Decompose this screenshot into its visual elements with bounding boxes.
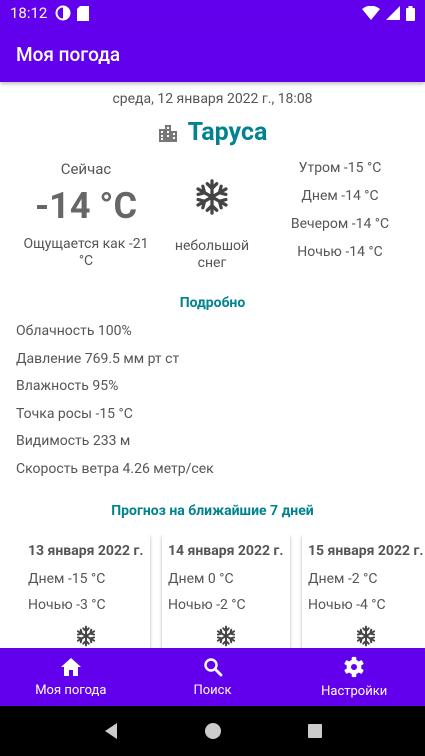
condition-text: небольшой снег	[174, 238, 250, 271]
screen: 18:12 Моя погода среда, 12 января 2022 г…	[0, 0, 425, 756]
current-weather: Сейчас -14 °C Ощущается как -21 °C	[16, 160, 156, 270]
forecast-title: Прогноз на ближайшие 7 дней	[111, 503, 314, 519]
details-title: Подробно	[179, 295, 246, 311]
feels-like: Ощущается как -21 °C	[23, 236, 149, 269]
detail-dew-point: Точка росы -15 °C	[16, 405, 133, 422]
day-periods: Утром -15 °C Днем -14 °C Вечером -14 °C …	[280, 158, 400, 270]
forecast-night-temp: Ночью -4 °C	[308, 597, 386, 613]
nav-settings-label: Настройки	[321, 683, 388, 699]
detail-cloudiness: Облачность 100%	[16, 323, 132, 339]
battery-icon	[406, 5, 415, 21]
app-bar: Моя погода	[0, 26, 425, 82]
nav-my-weather-label: Моя погода	[35, 682, 107, 698]
nav-my-weather[interactable]: Моя погода	[0, 648, 142, 706]
wifi-icon	[362, 6, 380, 20]
sd-card-icon	[77, 5, 90, 21]
city-name: Таруса	[187, 118, 268, 147]
forecast-date: 14 января 2022 г.	[168, 543, 284, 559]
signal-icon	[386, 6, 400, 20]
forecast-card[interactable]: 14 января 2022 г. Днем 0 °C Ночью -2 °C	[162, 535, 290, 648]
current-datetime: среда, 12 января 2022 г., 18:08	[112, 91, 313, 107]
city-header: Таруса	[0, 118, 425, 147]
forecast-night-temp: Ночью -2 °C	[168, 597, 246, 613]
back-icon[interactable]	[103, 722, 119, 740]
detail-humidity: Влажность 95%	[16, 378, 119, 394]
forecast-day-temp: Днем -15 °C	[28, 571, 106, 587]
snowflake-icon	[196, 179, 228, 215]
recents-icon[interactable]	[307, 723, 323, 739]
nav-settings[interactable]: Настройки	[283, 648, 425, 706]
detail-wind-speed: Скорость ветра 4.26 метр/сек	[16, 460, 214, 477]
data-saver-icon	[55, 5, 71, 21]
gear-icon	[344, 656, 364, 677]
forecast-night-temp: Ночью -3 °C	[28, 597, 106, 613]
day-temp: Днем -14 °C	[301, 188, 379, 204]
detail-pressure: Давление 769.5 мм рт ст	[16, 350, 180, 367]
forecast-card[interactable]: 15 января 2022 г. Днем -2 °C Ночью -4 °C	[302, 535, 425, 648]
system-navigation-bar	[0, 706, 425, 756]
city-buildings-icon	[158, 124, 177, 142]
snowflake-icon	[216, 625, 236, 647]
forecast-card[interactable]: 13 января 2022 г. Днем -15 °C Ночью -3 °…	[22, 535, 150, 648]
current-temperature: -14 °C	[34, 185, 138, 227]
home-icon	[60, 657, 81, 676]
evening-temp: Вечером -14 °C	[290, 216, 390, 232]
condition-block: небольшой снег	[162, 178, 262, 272]
app-title: Моя погода	[16, 42, 121, 66]
status-bar: 18:12	[0, 0, 425, 26]
morning-temp: Утром -15 °C	[298, 160, 382, 176]
now-label: Сейчас	[60, 160, 112, 178]
snowflake-icon	[76, 625, 96, 647]
forecast-day-temp: Днем -2 °C	[308, 571, 378, 587]
forecast-list[interactable]: 13 января 2022 г. Днем -15 °C Ночью -3 °…	[22, 535, 425, 648]
detail-visibility: Видимость 233 м	[16, 433, 131, 449]
bottom-navigation: Моя погода Поиск Настройки	[0, 648, 425, 706]
forecast-date: 13 января 2022 г.	[28, 543, 144, 559]
night-temp: Ночью -14 °C	[297, 244, 383, 260]
forecast-date: 15 января 2022 г.	[308, 543, 424, 559]
home-circle-icon[interactable]	[204, 722, 222, 740]
search-icon	[203, 657, 222, 676]
forecast-day-temp: Днем 0 °C	[168, 571, 234, 587]
nav-search-label: Поиск	[193, 682, 232, 698]
status-time: 18:12	[10, 4, 48, 22]
snowflake-icon	[356, 625, 376, 647]
main-content[interactable]: среда, 12 января 2022 г., 18:08 Таруса С…	[0, 82, 425, 648]
nav-search[interactable]: Поиск	[142, 648, 284, 706]
details-list: Облачность 100% Давление 769.5 мм рт ст …	[16, 318, 214, 483]
